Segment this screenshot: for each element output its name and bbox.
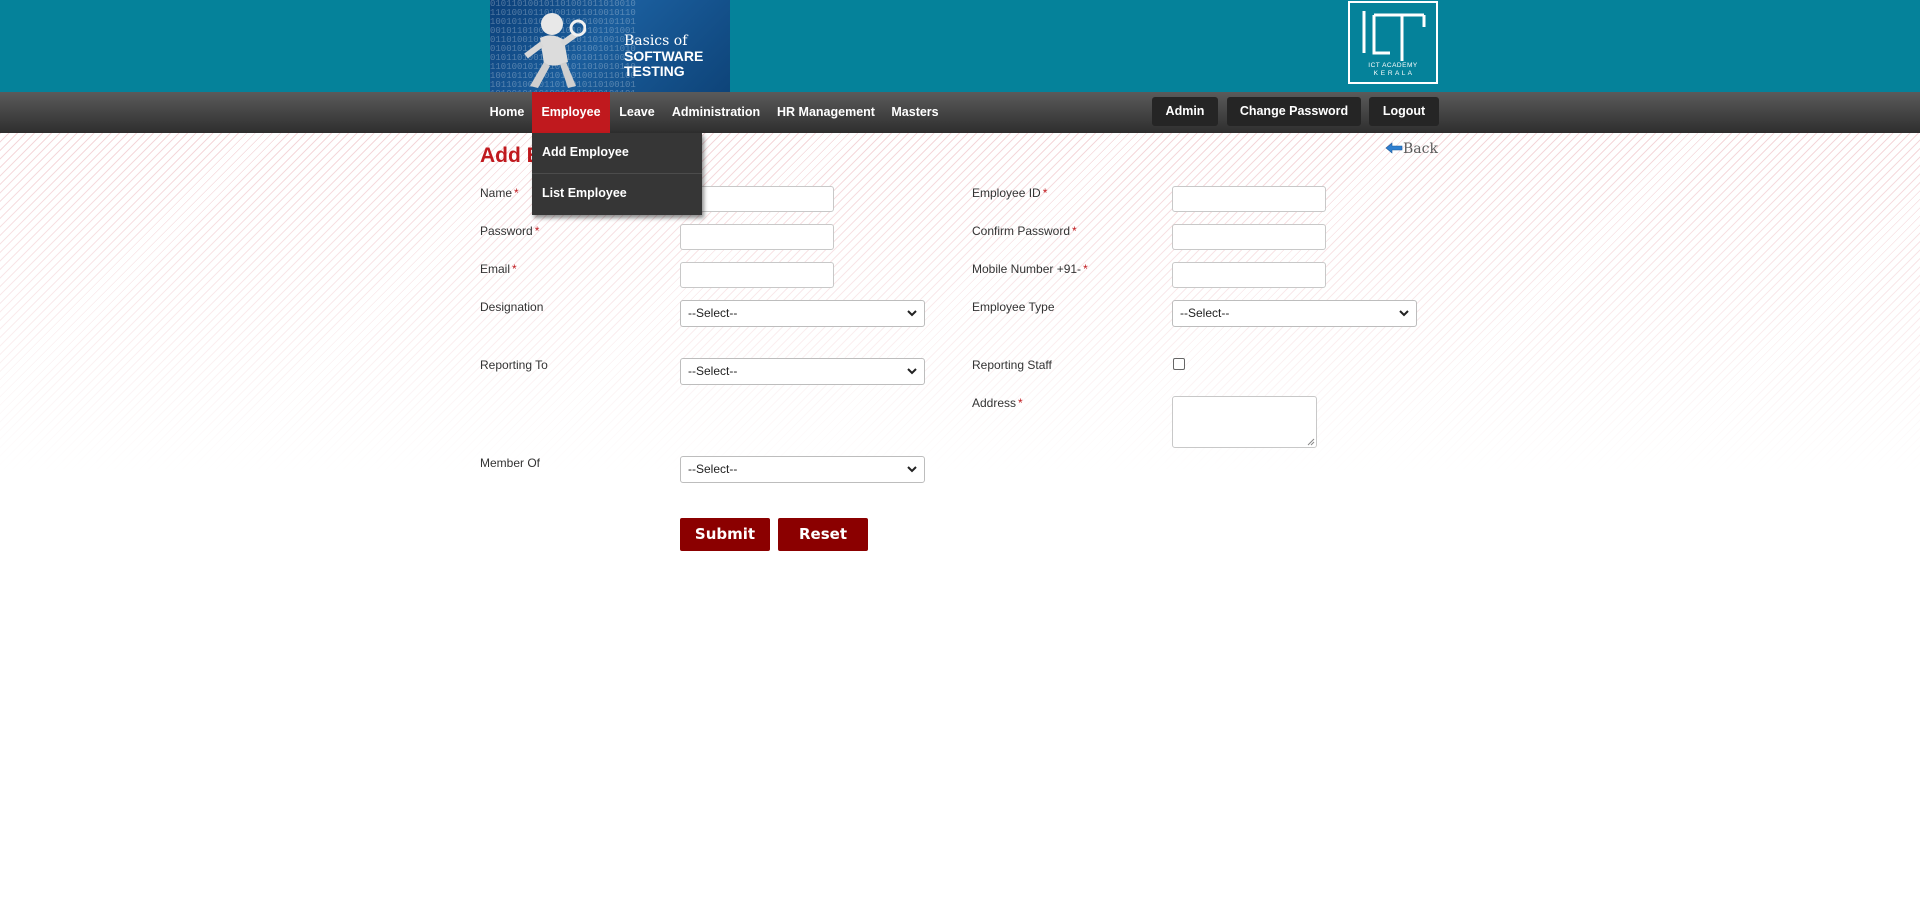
back-arrow-icon [1385,142,1403,154]
ict-logo-text: ICT ACADEMY K E R A L A [1350,62,1436,78]
logo-text: Basics of SOFTWARE TESTING [624,34,703,79]
logo-line-3: TESTING [624,63,685,79]
reset-button[interactable]: Reset [778,518,868,551]
password-label: Password * [480,224,540,238]
name-label: Name * [480,186,519,200]
chevron-down-icon [907,368,917,375]
employee-type-label: Employee Type [972,300,1055,314]
employee-id-input[interactable] [1172,186,1326,212]
mobile-number-input[interactable] [1172,262,1326,288]
ict-logo-icon [1362,11,1426,61]
admin-button[interactable]: Admin [1152,97,1218,126]
address-label: Address * [972,396,1023,410]
email-input[interactable] [680,262,834,288]
nav-home[interactable]: Home [485,92,529,133]
member-of-select[interactable]: --Select-- [680,456,925,483]
change-password-button[interactable]: Change Password [1227,97,1361,126]
reporting-to-label: Reporting To [480,358,548,372]
ict-academy-logo[interactable]: ICT ACADEMY K E R A L A [1348,1,1438,84]
nav-leave[interactable]: Leave [614,92,660,133]
nav-hr-management[interactable]: HR Management [772,92,880,133]
designation-select[interactable]: --Select-- [680,300,925,327]
employee-type-select-value: --Select-- [1180,306,1230,320]
designation-label: Designation [480,300,544,314]
chevron-down-icon [907,310,917,317]
password-input[interactable] [680,224,834,250]
dropdown-divider [532,173,702,174]
magnifier-figure-icon [524,13,586,88]
logout-button[interactable]: Logout [1369,97,1439,126]
submit-button[interactable]: Submit [680,518,770,551]
member-of-select-value: --Select-- [688,462,738,476]
mobile-number-label: Mobile Number +91- * [972,262,1088,276]
confirm-password-input[interactable] [1172,224,1326,250]
confirm-password-label: Confirm Password * [972,224,1077,238]
reporting-to-select[interactable]: --Select-- [680,358,925,385]
main-navbar [0,92,1920,133]
back-link-label: Back [1403,141,1438,157]
employee-dropdown-menu: Add Employee List Employee [532,133,702,215]
dropdown-list-employee[interactable]: List Employee [542,186,627,200]
name-input[interactable] [680,186,834,212]
nav-administration[interactable]: Administration [665,92,767,133]
designation-select-value: --Select-- [688,306,738,320]
resize-grip-icon[interactable] [1307,438,1315,446]
content-background [0,133,1920,473]
email-label: Email * [480,262,517,276]
reporting-staff-checkbox[interactable] [1173,358,1185,370]
logo-line-1: Basics of [624,33,688,49]
logo-line-2: SOFTWARE [624,48,704,64]
basics-of-software-testing-logo[interactable]: 0101101001011010010110100101101001011010… [490,0,730,92]
site-header: 0101101001011010010110100101101001011010… [0,0,1920,92]
nav-employee[interactable]: Employee [532,92,610,133]
reporting-to-select-value: --Select-- [688,364,738,378]
reporting-staff-label: Reporting Staff [972,358,1052,372]
ict-logo-line-2: K E R A L A [1373,70,1413,77]
employee-type-select[interactable]: --Select-- [1172,300,1417,327]
address-textarea[interactable] [1172,396,1317,448]
chevron-down-icon [907,466,917,473]
dropdown-add-employee[interactable]: Add Employee [542,145,629,159]
chevron-down-icon [1399,310,1409,317]
back-link[interactable]: Back [1385,141,1438,157]
ict-logo-line-1: ICT ACADEMY [1368,62,1418,69]
employee-id-label: Employee ID * [972,186,1048,200]
member-of-label: Member Of [480,456,541,470]
nav-masters[interactable]: Masters [885,92,945,133]
